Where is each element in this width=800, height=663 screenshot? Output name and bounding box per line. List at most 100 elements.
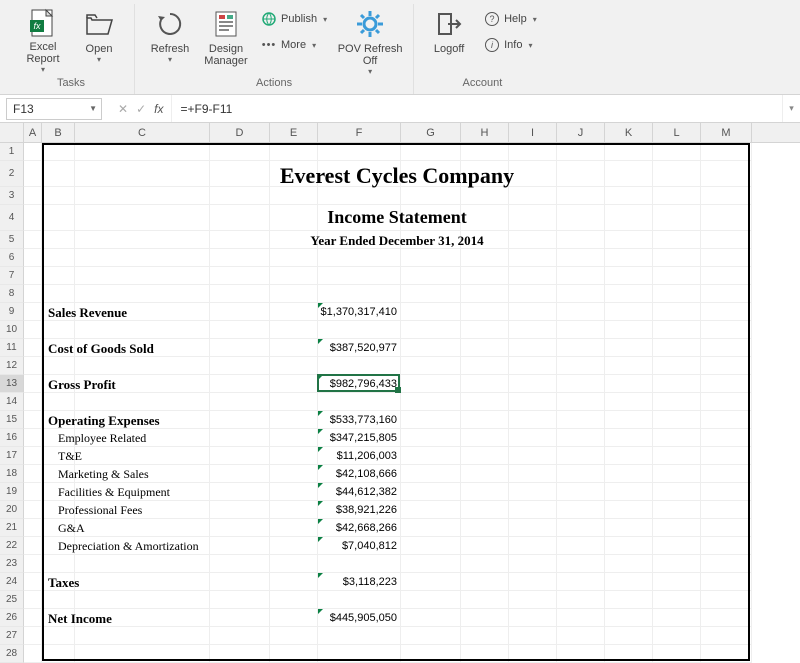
cell-C23[interactable] — [75, 555, 210, 573]
cell-G26[interactable] — [401, 609, 461, 627]
cell-K23[interactable] — [605, 555, 653, 573]
cell-H27[interactable] — [461, 627, 509, 645]
fx-icon[interactable]: fx — [154, 102, 163, 116]
cell-H13[interactable] — [461, 375, 509, 393]
cell-C12[interactable] — [75, 357, 210, 375]
open-button[interactable]: Open▾ — [72, 4, 126, 74]
cell-L9[interactable] — [653, 303, 701, 321]
cell-E17[interactable] — [270, 447, 318, 465]
cell-K6[interactable] — [605, 249, 653, 267]
cell-A12[interactable] — [24, 357, 42, 375]
cell-M12[interactable] — [701, 357, 752, 375]
cell-G17[interactable] — [401, 447, 461, 465]
cell-K13[interactable] — [605, 375, 653, 393]
cell-G14[interactable] — [401, 393, 461, 411]
cell-B7[interactable] — [42, 267, 75, 285]
select-all-button[interactable] — [0, 123, 24, 142]
cell-C10[interactable] — [75, 321, 210, 339]
cell-M25[interactable] — [701, 591, 752, 609]
cell-K14[interactable] — [605, 393, 653, 411]
cell-E20[interactable] — [270, 501, 318, 519]
cell-C1[interactable] — [75, 143, 210, 161]
row-header[interactable]: 3 — [0, 187, 24, 205]
cell-D13[interactable] — [210, 375, 270, 393]
cell-L7[interactable] — [653, 267, 701, 285]
cell-L8[interactable] — [653, 285, 701, 303]
cell-H16[interactable] — [461, 429, 509, 447]
cell-E9[interactable] — [270, 303, 318, 321]
cell-A26[interactable] — [24, 609, 42, 627]
cell-J17[interactable] — [557, 447, 605, 465]
cell-L14[interactable] — [653, 393, 701, 411]
cell-H18[interactable] — [461, 465, 509, 483]
cell-L17[interactable] — [653, 447, 701, 465]
cell-I11[interactable] — [509, 339, 557, 357]
cell-H15[interactable] — [461, 411, 509, 429]
col-header-A[interactable]: A — [24, 123, 42, 142]
cell-A9[interactable] — [24, 303, 42, 321]
cell-M13[interactable] — [701, 375, 752, 393]
expand-formula-bar[interactable]: ▾ — [782, 95, 800, 122]
row-header[interactable]: 18 — [0, 465, 24, 483]
cell-E19[interactable] — [270, 483, 318, 501]
cell-G18[interactable] — [401, 465, 461, 483]
row-header[interactable]: 4 — [0, 205, 24, 231]
row-header[interactable]: 2 — [0, 161, 24, 187]
cell-D14[interactable] — [210, 393, 270, 411]
cell-J6[interactable] — [557, 249, 605, 267]
col-header-M[interactable]: M — [701, 123, 752, 142]
cell-I7[interactable] — [509, 267, 557, 285]
cell-A21[interactable] — [24, 519, 42, 537]
cell-I15[interactable] — [509, 411, 557, 429]
row-header[interactable]: 27 — [0, 627, 24, 645]
cell-K7[interactable] — [605, 267, 653, 285]
cell-C3[interactable] — [75, 187, 210, 205]
cell-K16[interactable] — [605, 429, 653, 447]
cell-I23[interactable] — [509, 555, 557, 573]
cell-J18[interactable] — [557, 465, 605, 483]
cell-M20[interactable] — [701, 501, 752, 519]
row-header[interactable]: 16 — [0, 429, 24, 447]
cell-K21[interactable] — [605, 519, 653, 537]
cell-F12[interactable] — [318, 357, 401, 375]
cell-G16[interactable] — [401, 429, 461, 447]
cell-M1[interactable] — [701, 143, 752, 161]
cell-B8[interactable] — [42, 285, 75, 303]
cell-A1[interactable] — [24, 143, 42, 161]
cell-G12[interactable] — [401, 357, 461, 375]
cell-E22[interactable] — [270, 537, 318, 555]
cell-J20[interactable] — [557, 501, 605, 519]
row-header[interactable]: 13 — [0, 375, 24, 393]
row-header[interactable]: 15 — [0, 411, 24, 429]
cell-H25[interactable] — [461, 591, 509, 609]
cell-F14[interactable] — [318, 393, 401, 411]
cell-L13[interactable] — [653, 375, 701, 393]
cell-D3[interactable] — [210, 187, 270, 205]
cell-J23[interactable] — [557, 555, 605, 573]
cell-A2[interactable] — [24, 161, 42, 187]
cell-I12[interactable] — [509, 357, 557, 375]
cell-D12[interactable] — [210, 357, 270, 375]
cell-L28[interactable] — [653, 645, 701, 663]
cell-L19[interactable] — [653, 483, 701, 501]
cell-D26[interactable] — [210, 609, 270, 627]
cell-M16[interactable] — [701, 429, 752, 447]
cell-L16[interactable] — [653, 429, 701, 447]
cell-M14[interactable] — [701, 393, 752, 411]
cell-E23[interactable] — [270, 555, 318, 573]
cell-I25[interactable] — [509, 591, 557, 609]
cell-D9[interactable] — [210, 303, 270, 321]
cell-E11[interactable] — [270, 339, 318, 357]
cell-M21[interactable] — [701, 519, 752, 537]
cell-M22[interactable] — [701, 537, 752, 555]
cancel-icon[interactable]: ✕ — [118, 102, 128, 116]
cell-H19[interactable] — [461, 483, 509, 501]
cell-G7[interactable] — [401, 267, 461, 285]
cell-G6[interactable] — [401, 249, 461, 267]
cell-D10[interactable] — [210, 321, 270, 339]
col-header-L[interactable]: L — [653, 123, 701, 142]
cell-C8[interactable] — [75, 285, 210, 303]
cell-H1[interactable] — [461, 143, 509, 161]
cell-L18[interactable] — [653, 465, 701, 483]
cell-J3[interactable] — [557, 187, 605, 205]
